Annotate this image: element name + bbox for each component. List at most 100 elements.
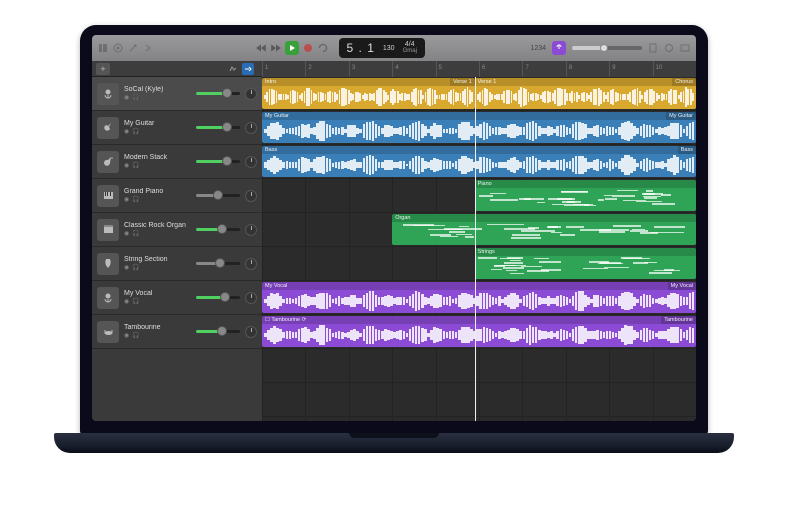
ruler-bar[interactable]: 2 [305,61,348,77]
track-lane[interactable]: IntroVerse 1Verse 1Chorus [262,77,696,111]
tuner-badge[interactable] [552,41,566,55]
track-volume-slider[interactable] [196,189,240,203]
track-volume-slider[interactable] [196,121,240,135]
track-header[interactable]: Grand Piano◉🎧 [92,179,262,213]
ruler-bar[interactable]: 5 [436,61,479,77]
track-lane[interactable]: My VocalMy Vocal [262,281,696,315]
track-pan-knob[interactable] [245,292,257,304]
solo-button[interactable]: 🎧 [132,298,139,305]
media-icon[interactable] [680,43,690,53]
solo-button[interactable]: 🎧 [132,94,139,101]
region[interactable]: My VocalMy Vocal [262,282,696,313]
region-label: Bass [262,146,696,154]
region[interactable]: Piano [475,180,696,211]
library-icon[interactable] [98,43,108,53]
track-volume-slider[interactable] [196,155,240,169]
mute-button[interactable]: ◉ [124,332,129,339]
screen-bezel: 5 . 1 130 4/4 Gmaj 1234 [80,25,708,435]
notes-icon[interactable] [648,43,658,53]
track-volume-slider[interactable] [196,87,240,101]
solo-button[interactable]: 🎧 [132,332,139,339]
ruler-bar[interactable]: 6 [479,61,522,77]
catch-playhead-tool[interactable] [242,63,254,75]
region[interactable]: ☐ Tambourine ⟳Tambourine [262,316,696,347]
ruler-bar[interactable]: 9 [609,61,652,77]
arrange-area[interactable]: IntroVerse 1Verse 1ChorusMy GuitarMy Gui… [262,77,696,421]
track-pan-knob[interactable] [245,224,257,236]
ruler-bar[interactable]: 10 [653,61,696,77]
track-icon [97,151,119,173]
region[interactable]: IntroVerse 1 [262,78,475,109]
mute-button[interactable]: ◉ [124,230,129,237]
track-header[interactable]: String Section◉🎧 [92,247,262,281]
track-header[interactable]: Tambourine◉🎧 [92,315,262,349]
solo-button[interactable]: 🎧 [132,264,139,271]
mute-button[interactable]: ◉ [124,264,129,271]
region[interactable]: Strings [475,248,696,279]
solo-button[interactable]: 🎧 [132,128,139,135]
track-volume-slider[interactable] [196,291,240,305]
region[interactable]: BassBass [262,146,696,177]
solo-button[interactable]: 🎧 [132,162,139,169]
editor-icon[interactable] [128,43,138,53]
mute-button[interactable]: ◉ [124,162,129,169]
ruler-bar[interactable]: 3 [349,61,392,77]
track-info: SoCal (Kyle)◉🎧 [124,86,191,101]
track-pan-knob[interactable] [245,326,257,338]
controls-icon[interactable] [113,43,123,53]
toggle-icon[interactable] [143,43,153,53]
lcd-display[interactable]: 5 . 1 130 4/4 Gmaj [339,38,425,58]
region-label: Verse 1 [475,78,696,86]
track-header[interactable]: Classic Rock Organ◉🎧 [92,213,262,247]
track-header[interactable]: My Guitar◉🎧 [92,111,262,145]
track-lane[interactable]: ☐ Tambourine ⟳Tambourine [262,315,696,349]
lcd-timesig: 4/4 [405,41,415,48]
region-label-right: Verse 1 [450,78,475,86]
ruler-bar[interactable]: 8 [566,61,609,77]
track-volume-slider[interactable] [196,223,240,237]
region[interactable]: Organ [392,214,696,245]
solo-button[interactable]: 🎧 [132,230,139,237]
solo-button[interactable]: 🎧 [132,196,139,203]
loops-icon[interactable] [664,43,674,53]
track-header[interactable]: My Vocal◉🎧 [92,281,262,315]
track-volume-slider[interactable] [196,257,240,271]
empty-lane [262,417,696,421]
track-icon [97,83,119,105]
mute-button[interactable]: ◉ [124,298,129,305]
count-in[interactable]: 1234 [530,45,546,52]
master-volume-slider[interactable] [572,46,642,50]
play-button[interactable] [285,41,299,55]
ruler-bar[interactable]: 1 [262,61,305,77]
track-volume-slider[interactable] [196,325,240,339]
playhead[interactable] [475,77,476,421]
track-header[interactable]: Modern Stack◉🎧 [92,145,262,179]
mute-button[interactable]: ◉ [124,196,129,203]
track-pan-knob[interactable] [245,88,257,100]
track-pan-knob[interactable] [245,156,257,168]
track-pan-knob[interactable] [245,190,257,202]
add-track-button[interactable]: + [96,63,110,75]
region[interactable]: Verse 1Chorus [475,78,696,109]
forward-button[interactable] [270,42,282,54]
track-pan-knob[interactable] [245,122,257,134]
track-lane[interactable]: BassBass [262,145,696,179]
track-lane[interactable]: Piano [262,179,696,213]
region[interactable]: My GuitarMy Guitar [262,112,696,143]
timeline-ruler[interactable]: 12345678910 [262,61,696,77]
mute-button[interactable]: ◉ [124,94,129,101]
ruler-bar[interactable]: 4 [392,61,435,77]
track-lane[interactable]: My GuitarMy Guitar [262,111,696,145]
cycle-button[interactable] [317,42,329,54]
track-lane[interactable]: Organ [262,213,696,247]
track-header[interactable]: SoCal (Kyle)◉🎧 [92,77,262,111]
track-info: Tambourine◉🎧 [124,324,191,339]
track-pan-knob[interactable] [245,258,257,270]
track-info: Modern Stack◉🎧 [124,154,191,169]
record-button[interactable] [302,42,314,54]
track-lane[interactable]: Strings [262,247,696,281]
ruler-bar[interactable]: 7 [522,61,565,77]
mute-button[interactable]: ◉ [124,128,129,135]
automation-tool[interactable] [227,63,239,75]
rewind-button[interactable] [255,42,267,54]
